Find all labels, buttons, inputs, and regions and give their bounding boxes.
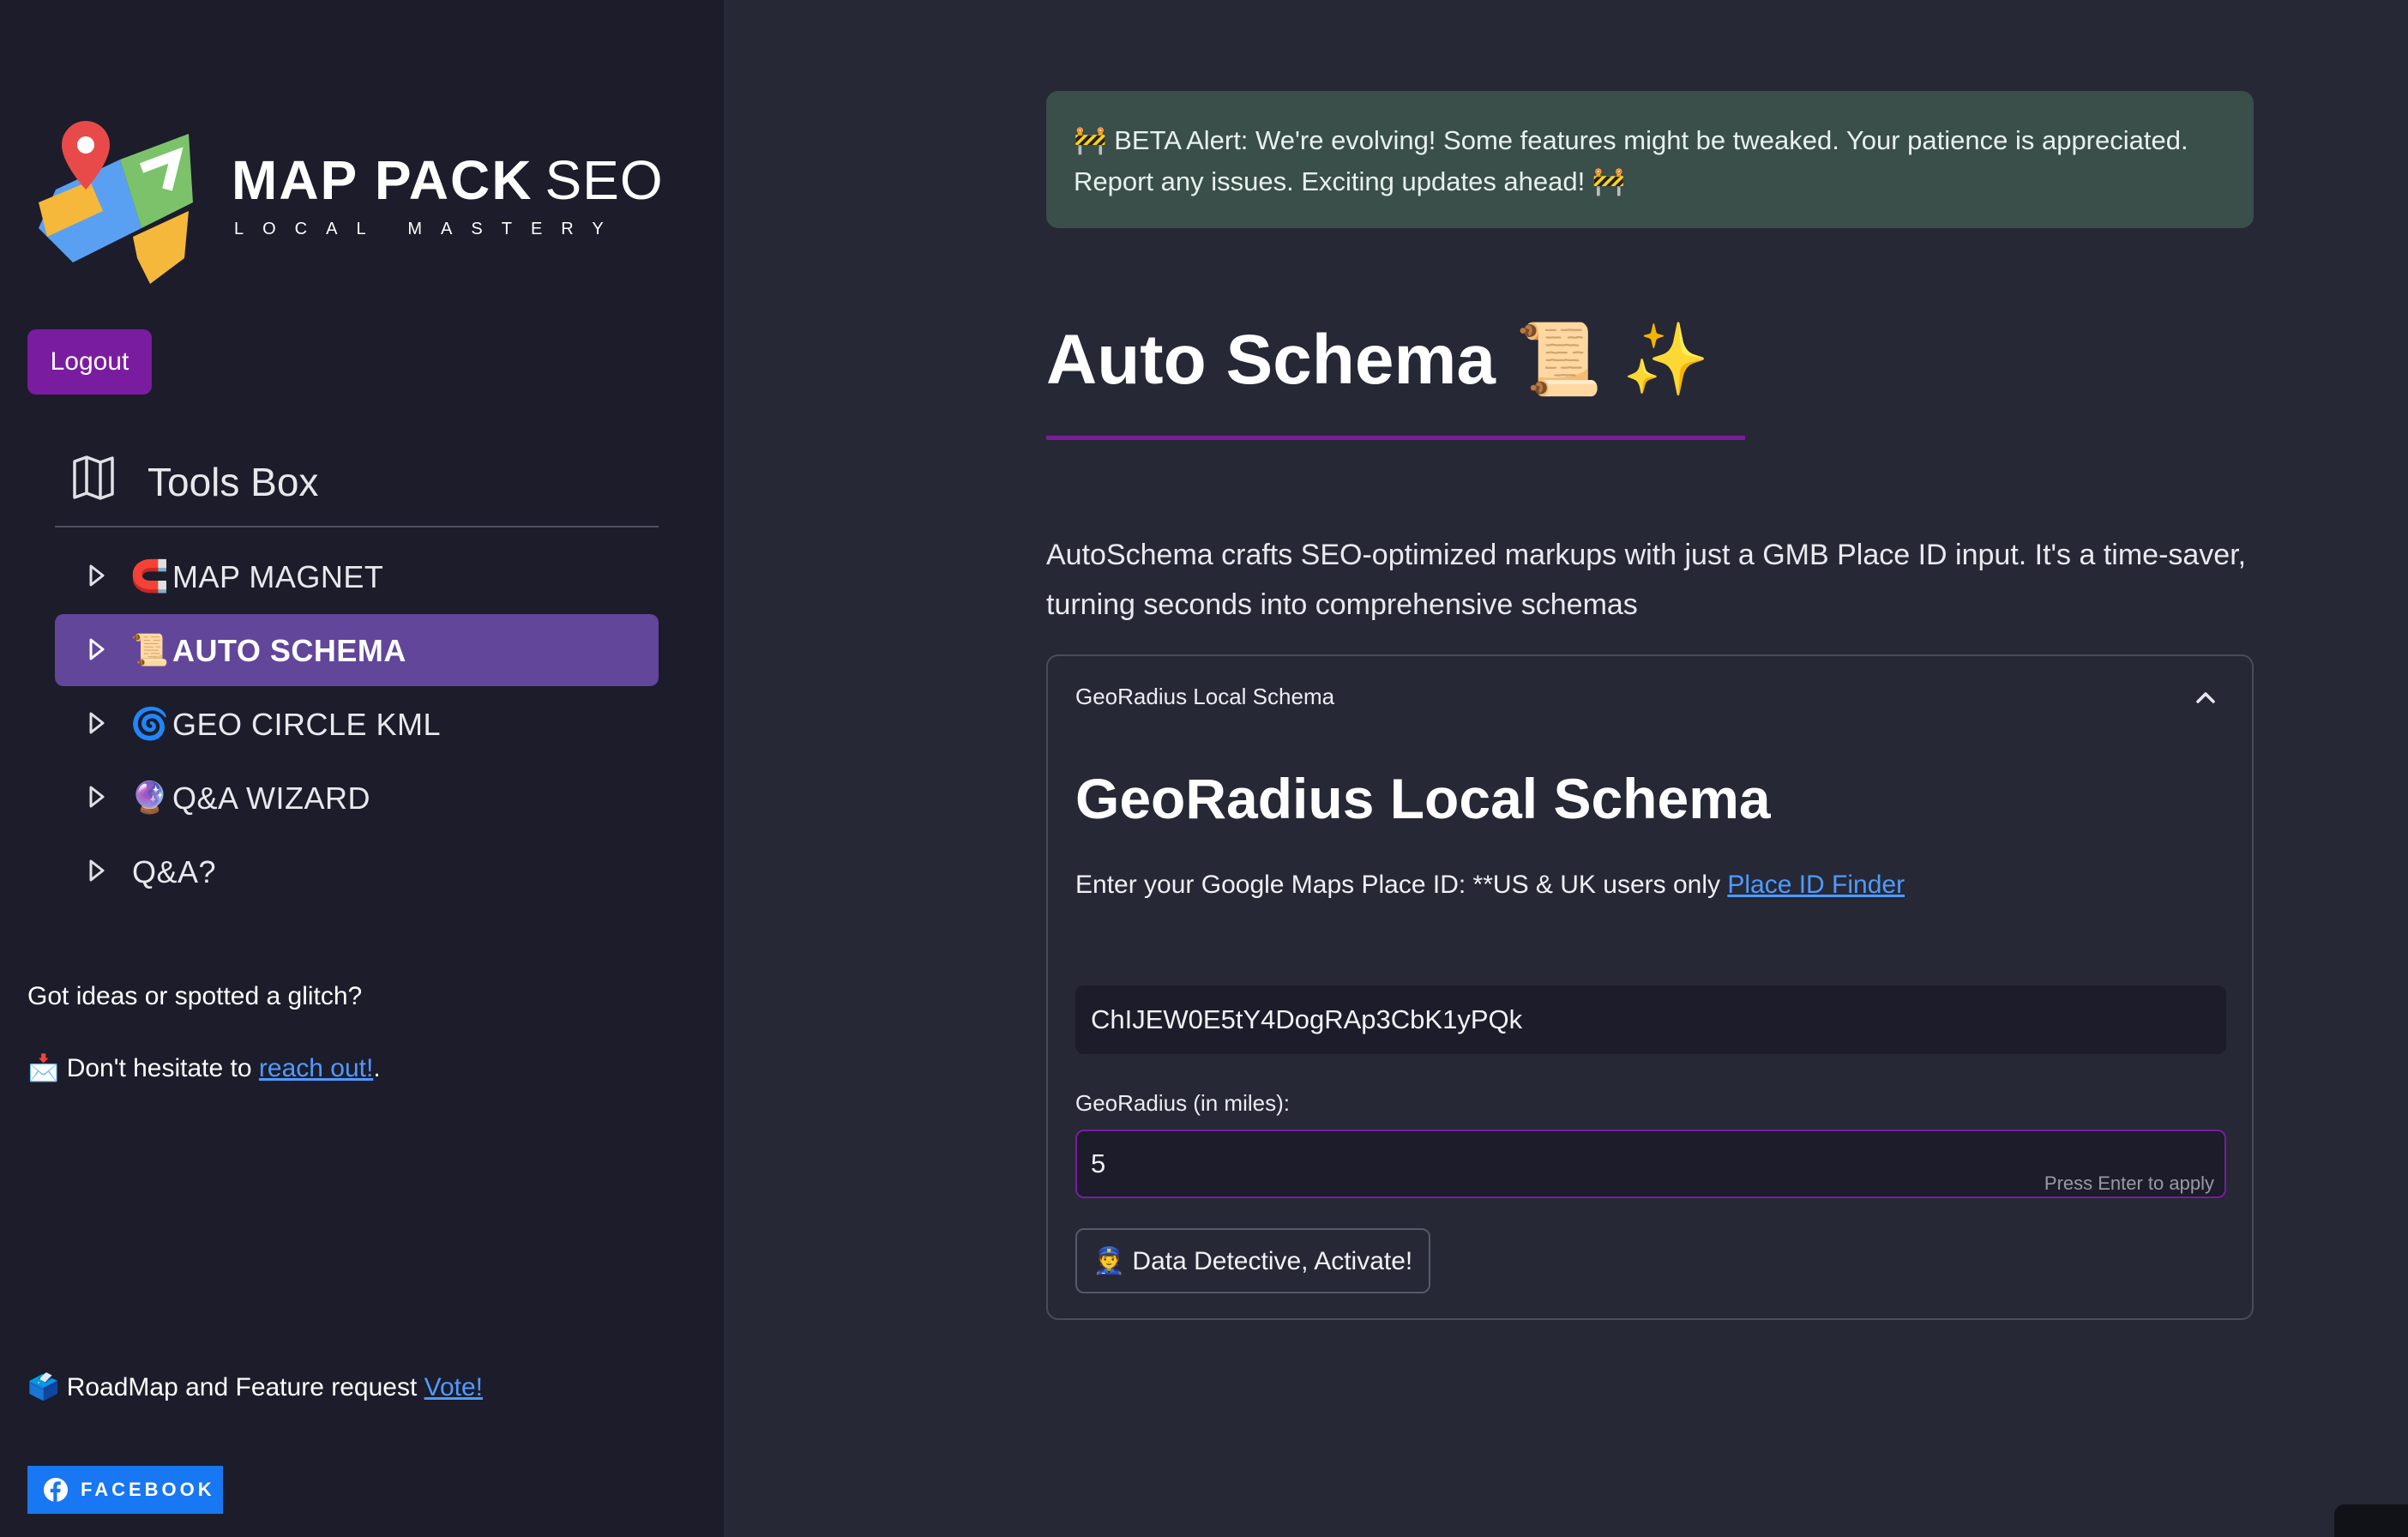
reach-out-suffix: . [373, 1054, 381, 1082]
folded-map-icon [73, 455, 114, 500]
sidebar-item-label: Q&A WIZARD [172, 781, 371, 816]
toolsbox-title: Tools Box [147, 460, 319, 504]
brand-name-light: SEO [545, 149, 664, 211]
map-pin-logo-icon [39, 121, 193, 284]
place-id-label: Enter your Google Maps Place ID: **US & … [1075, 871, 1905, 900]
georadius-expander: GeoRadius Local Schema GeoRadius Local S… [1046, 654, 2254, 1320]
brand-logo: MAP PACK SEO LOCAL MASTERY [39, 108, 663, 284]
chevron-up-icon[interactable] [2194, 685, 2218, 709]
reach-out-prefix: 📩 Don't hesitate to [27, 1054, 259, 1082]
toolsbox-header: Tools Box [55, 442, 659, 527]
cyclone-icon: 🌀 [130, 706, 169, 741]
magnet-icon: 🧲 [130, 558, 169, 594]
place-id-finder-link[interactable]: Place ID Finder [1727, 871, 1905, 899]
crystal-ball-icon: 🔮 [130, 780, 169, 815]
brand-tagline: LOCAL MASTERY [234, 220, 623, 238]
sidebar-item-qa[interactable]: Q&A? [55, 835, 659, 907]
facebook-label: FACEBOOK [81, 1479, 215, 1500]
sidebar-item-qa-wizard[interactable]: 🔮 Q&A WIZARD [55, 762, 659, 834]
facebook-icon [44, 1478, 68, 1502]
brand-name-bold: MAP PACK [232, 149, 533, 211]
scroll-icon: 📜 [130, 632, 169, 667]
sidebar: MAP PACK SEO LOCAL MASTERY Logout Tools B… [0, 0, 724, 1537]
title-underline [1046, 436, 1745, 440]
beta-alert: 🚧 BETA Alert: We're evolving! Some featu… [1046, 91, 2254, 228]
facebook-button[interactable]: FACEBOOK [27, 1466, 223, 1514]
panel-heading: GeoRadius Local Schema [1075, 767, 1771, 830]
logout-button[interactable]: Logout [27, 329, 152, 395]
brand-name: MAP PACK SEO [232, 153, 664, 208]
georadius-label: GeoRadius (in miles): [1075, 1090, 1290, 1116]
reach-out-link[interactable]: reach out! [259, 1054, 373, 1082]
data-detective-activate-button[interactable]: 👮 Data Detective, Activate! [1075, 1228, 1430, 1293]
corner-widget[interactable] [2334, 1504, 2408, 1537]
sidebar-item-auto-schema[interactable]: 📜 AUTO SCHEMA [55, 614, 659, 686]
sidebar-item-map-magnet[interactable]: 🧲 MAP MAGNET [55, 540, 659, 612]
vote-link[interactable]: Vote! [424, 1373, 483, 1401]
place-id-input[interactable] [1075, 985, 2226, 1054]
sidebar-item-label: AUTO SCHEMA [172, 633, 406, 668]
page-title: Auto Schema 📜 ✨ [1046, 321, 1710, 399]
reach-out-line: 📩 Don't hesitate to reach out!. [27, 1053, 381, 1083]
sidebar-item-label: MAP MAGNET [172, 559, 384, 594]
sidebar-item-label: Q&A? [132, 854, 217, 889]
roadmap-line: 🗳️ RoadMap and Feature request Vote! [27, 1372, 483, 1402]
expander-header[interactable]: GeoRadius Local Schema [1075, 684, 1334, 710]
feedback-text: Got ideas or spotted a glitch? [27, 982, 363, 1010]
sidebar-item-geo-circle-kml[interactable]: 🌀 GEO CIRCLE KML [55, 688, 659, 760]
place-id-label-text: Enter your Google Maps Place ID: **US & … [1075, 871, 1728, 899]
page-description: AutoSchema crafts SEO-optimized markups … [1046, 539, 2247, 621]
sidebar-item-label: GEO CIRCLE KML [172, 707, 442, 742]
press-enter-hint: Press Enter to apply [2044, 1172, 2214, 1194]
roadmap-prefix: 🗳️ RoadMap and Feature request [27, 1373, 424, 1401]
